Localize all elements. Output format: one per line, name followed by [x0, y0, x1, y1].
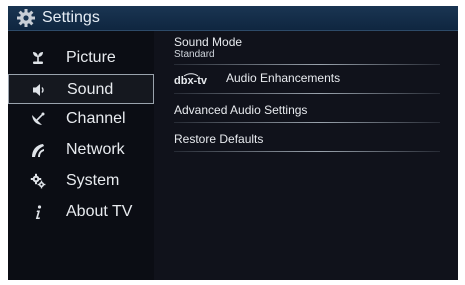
- title-bar: Settings: [8, 6, 458, 31]
- divider: [174, 64, 440, 65]
- sidebar-item-system[interactable]: System: [8, 166, 154, 196]
- satellite-dish-icon: [32, 112, 45, 125]
- sidebar-item-label: Network: [66, 141, 125, 158]
- sound-mode-label: Sound Mode: [174, 35, 243, 49]
- sound-mode-value: Standard: [174, 49, 215, 60]
- audio-enhancements-option[interactable]: dbx-tv Audio Enhancements: [174, 72, 444, 86]
- audio-enhancements-label: Audio Enhancements: [226, 71, 341, 86]
- restore-defaults-option[interactable]: Restore Defaults: [174, 133, 444, 146]
- sidebar-item-about-tv[interactable]: About TV: [8, 197, 154, 227]
- page-title: Settings: [42, 9, 100, 26]
- tv-settings-screen: Settings Picture Sound Channel Network S…: [8, 6, 458, 280]
- sidebar-item-channel[interactable]: Channel: [8, 104, 154, 134]
- svg-text:dbx-tv: dbx-tv: [174, 75, 208, 86]
- sidebar-item-label: Picture: [66, 49, 116, 66]
- sidebar-item-picture[interactable]: Picture: [8, 43, 154, 73]
- system-gear-icon: [30, 173, 46, 189]
- info-icon: [35, 205, 42, 219]
- speaker-icon: [33, 84, 44, 96]
- picture-icon: [33, 52, 43, 64]
- sound-mode-option[interactable]: Sound Mode Standard: [174, 35, 444, 61]
- sidebar-item-label: Sound: [67, 81, 114, 98]
- dbx-tv-logo: dbx-tv: [174, 73, 208, 86]
- sidebar-item-sound[interactable]: Sound: [8, 74, 154, 104]
- divider: [174, 151, 440, 152]
- divider: [174, 122, 440, 123]
- network-icon: [32, 144, 44, 157]
- advanced-audio-settings-option[interactable]: Advanced Audio Settings: [174, 104, 444, 117]
- sound-options-panel: Sound Mode Standard dbx-tv Audio Enhance…: [154, 31, 458, 280]
- advanced-audio-settings-label: Advanced Audio Settings: [174, 103, 308, 117]
- restore-defaults-label: Restore Defaults: [174, 132, 264, 146]
- sidebar-item-label: Channel: [66, 110, 126, 127]
- settings-sidebar: Picture Sound Channel Network System Abo…: [8, 31, 154, 280]
- sidebar-item-network[interactable]: Network: [8, 135, 154, 165]
- gear-icon: [17, 9, 35, 27]
- sidebar-item-label: System: [66, 172, 120, 189]
- sidebar-item-label: About TV: [66, 203, 133, 220]
- divider: [174, 93, 440, 94]
